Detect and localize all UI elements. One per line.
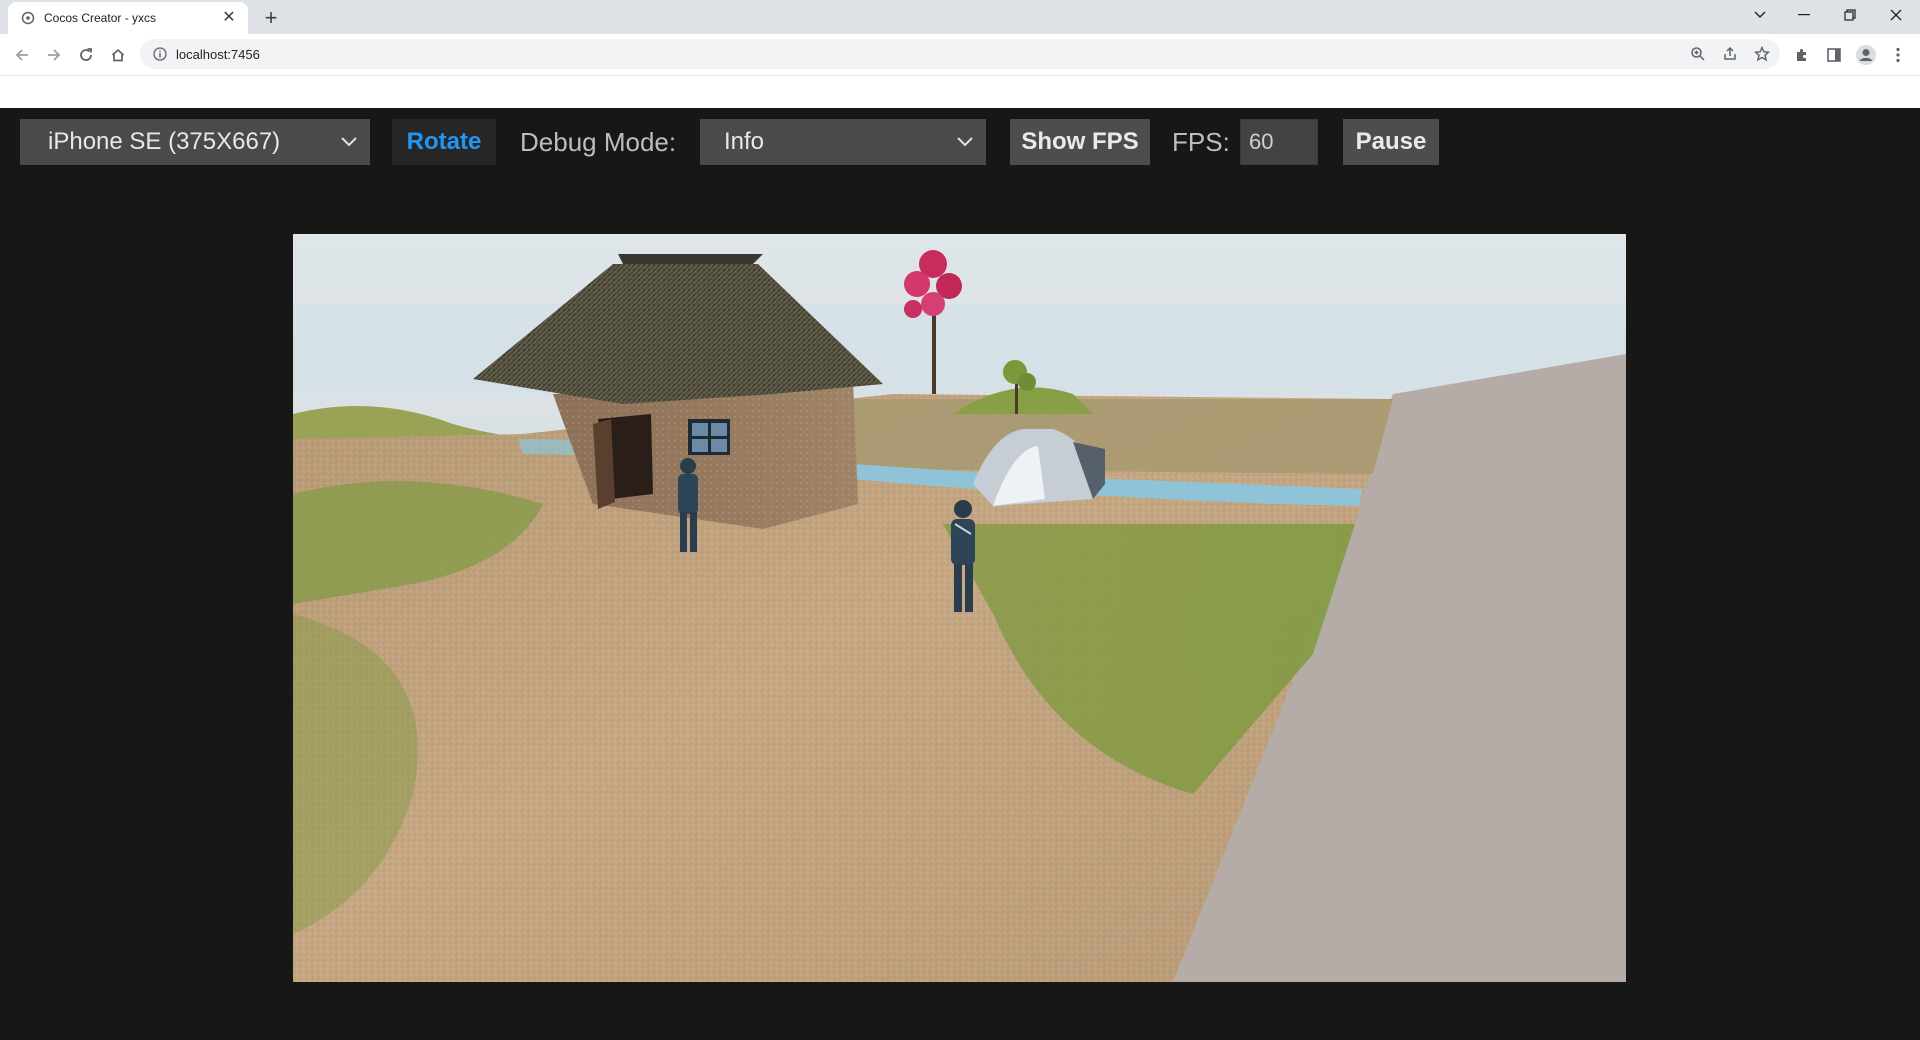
- fps-label: FPS:: [1172, 126, 1230, 157]
- debug-mode-select[interactable]: Info: [700, 119, 986, 165]
- arrow-left-icon[interactable]: [8, 41, 36, 69]
- game-scene: [293, 234, 1626, 982]
- browser-tab[interactable]: Cocos Creator - yxcs ✕: [8, 2, 248, 34]
- plus-icon[interactable]: +: [258, 5, 284, 31]
- tab-search-icon[interactable]: [1738, 0, 1782, 30]
- page-top-margin: [0, 76, 1920, 108]
- chevron-down-icon: [957, 137, 973, 147]
- device-select[interactable]: iPhone SE (375X667): [20, 119, 370, 165]
- star-icon[interactable]: [1748, 40, 1776, 68]
- tab-title: Cocos Creator - yxcs: [44, 11, 157, 25]
- close-icon[interactable]: ✕: [220, 9, 238, 27]
- url-text[interactable]: localhost:7456: [176, 47, 1684, 62]
- device-select-value: iPhone SE (375X667): [48, 128, 281, 155]
- debug-mode-select-value: Info: [724, 128, 765, 155]
- tab-strip: Cocos Creator - yxcs ✕ +: [0, 0, 1920, 34]
- debug-mode-label: Debug Mode:: [520, 126, 677, 157]
- side-panel-icon[interactable]: [1820, 41, 1848, 69]
- arrow-right-icon[interactable]: [40, 41, 68, 69]
- show-fps-button[interactable]: Show FPS: [1010, 119, 1150, 165]
- fps-input[interactable]: 60: [1240, 119, 1318, 165]
- puzzle-icon[interactable]: [1788, 41, 1816, 69]
- rotate-button[interactable]: Rotate: [392, 119, 496, 165]
- close-window-icon[interactable]: [1874, 0, 1918, 30]
- reload-icon[interactable]: [72, 41, 100, 69]
- pause-button[interactable]: Pause: [1343, 119, 1439, 165]
- game-canvas[interactable]: [293, 234, 1626, 982]
- chevron-down-icon: [341, 137, 357, 147]
- profile-icon[interactable]: [1852, 41, 1880, 69]
- browser-toolbar: localhost:7456: [0, 34, 1920, 76]
- address-bar[interactable]: localhost:7456: [140, 39, 1780, 69]
- zoom-icon[interactable]: [1684, 40, 1712, 68]
- share-icon[interactable]: [1716, 40, 1744, 68]
- cocos-favicon-icon: [20, 10, 36, 26]
- minimize-icon[interactable]: [1782, 0, 1826, 30]
- restore-icon[interactable]: [1828, 0, 1872, 30]
- kebab-menu-icon[interactable]: [1884, 41, 1912, 69]
- home-icon[interactable]: [104, 41, 132, 69]
- info-icon[interactable]: [152, 46, 168, 62]
- cocos-preview-page: iPhone SE (375X667) Rotate Debug Mode: I…: [0, 108, 1920, 1040]
